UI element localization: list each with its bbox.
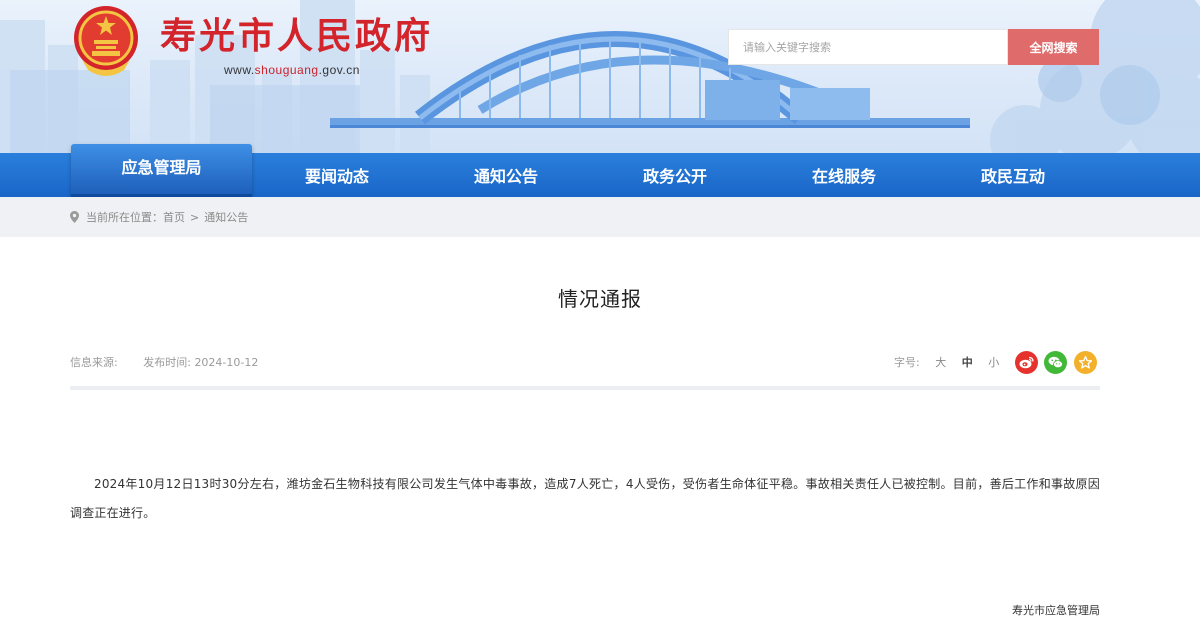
share-weibo-button[interactable] [1015, 351, 1038, 374]
font-size-large-button[interactable]: 大 [935, 356, 946, 369]
nav-item-public-interaction[interactable]: 政民互动 [928, 153, 1098, 197]
site-url[interactable]: www.shouguang.gov.cn [224, 63, 360, 77]
favorite-star-icon [1079, 356, 1092, 369]
site-url-suffix: .gov.cn [318, 63, 360, 77]
article-body: 2024年10月12日13时30分左右，潍坊金石生物科技有限公司发生气体中毒事故… [70, 477, 1100, 520]
search-button[interactable]: 全网搜索 [1008, 29, 1099, 65]
font-size-small-button[interactable]: 小 [988, 356, 999, 369]
breadcrumb-separator: > [190, 210, 200, 224]
font-size-label: 字号: [894, 356, 920, 369]
national-emblem-logo [74, 6, 138, 76]
publish-date-label: 发布时间: [143, 356, 191, 369]
site-url-highlight: shouguang [254, 63, 319, 77]
nav-item-label: 通知公告 [473, 167, 538, 186]
search-input[interactable] [741, 39, 1005, 55]
site-url-prefix: www. [224, 63, 255, 77]
meta-divider [70, 386, 1100, 390]
site-title[interactable]: 寿光市人民政府 [160, 18, 433, 54]
favorite-button[interactable] [1074, 351, 1097, 374]
font-size-medium-button[interactable]: 中 [962, 356, 973, 369]
nav-item-online-services[interactable]: 在线服务 [760, 153, 928, 197]
header-banner: 寿光市人民政府 www.shouguang.gov.cn 全网搜索 [0, 0, 1200, 153]
breadcrumb-label: 当前所在位置： [86, 211, 163, 224]
publish-date: 2024-10-12 [194, 356, 259, 369]
nav-item-label: 要闻动态 [304, 167, 369, 186]
nav-item-government-affairs[interactable]: 政务公开 [590, 153, 760, 197]
breadcrumb-bar: 当前所在位置： 首页 > 通知公告 [0, 197, 1200, 237]
nav-item-label: 政民互动 [980, 167, 1045, 186]
search-box [728, 29, 1008, 65]
source-label: 信息来源: [70, 356, 118, 369]
breadcrumb-home-link[interactable]: 首页 [163, 209, 185, 225]
nav-item-label: 政务公开 [642, 167, 707, 186]
breadcrumb-current-link[interactable]: 通知公告 [204, 209, 248, 225]
nav-item-emergency-bureau[interactable]: 应急管理局 [71, 144, 252, 197]
article-title: 情况通报 [558, 287, 642, 311]
breadcrumb: 当前所在位置： 首页 > 通知公告 [70, 197, 248, 237]
nav-item-label: 在线服务 [811, 167, 876, 186]
wechat-icon [1048, 356, 1063, 369]
nav-item-notices[interactable]: 通知公告 [422, 153, 590, 197]
font-size-switcher: 字号: 大 中 小 [894, 354, 999, 370]
nav-item-label: 应急管理局 [121, 157, 202, 177]
share-wechat-button[interactable] [1044, 351, 1067, 374]
article-meta: 信息来源: 发布时间: 2024-10-12 [70, 354, 258, 370]
weibo-icon [1019, 356, 1034, 369]
main-nav: 应急管理局 要闻动态 通知公告 政务公开 在线服务 政民互动 [0, 144, 1200, 197]
article-signature: 寿光市应急管理局 [1012, 604, 1100, 617]
location-pin-icon [70, 211, 79, 223]
nav-item-news[interactable]: 要闻动态 [252, 153, 422, 197]
